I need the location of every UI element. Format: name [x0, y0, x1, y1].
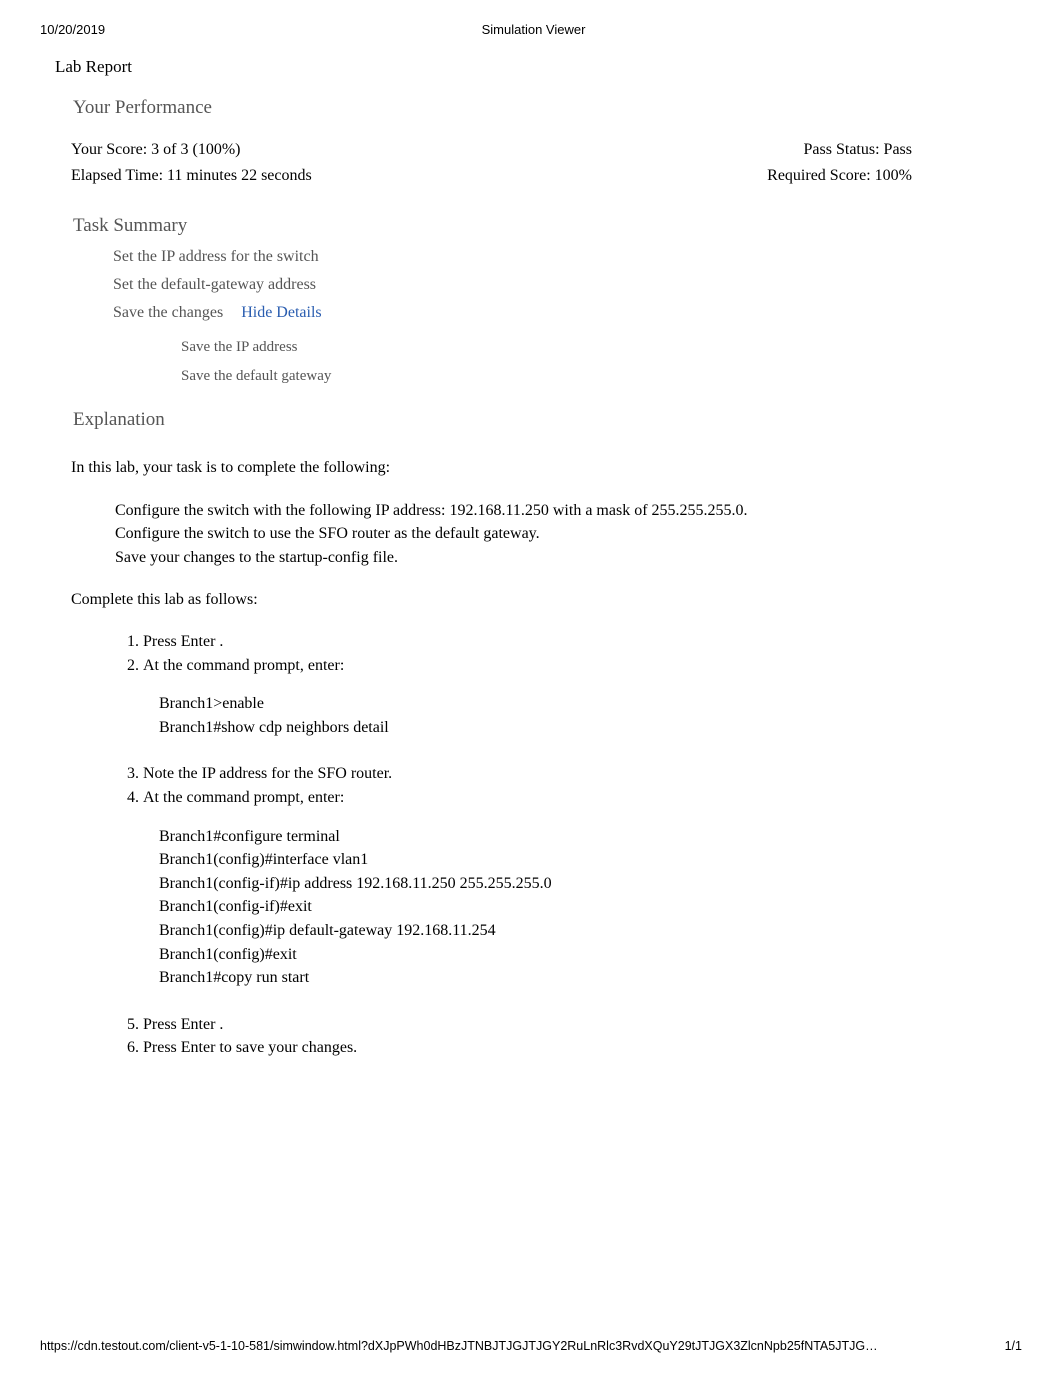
explanation-body: In this lab, your task is to complete th…	[55, 439, 1007, 1061]
command-line: Branch1(config)#interface vlan1	[159, 848, 1007, 872]
command-line: Branch1(config)#exit	[159, 943, 1007, 967]
step-item: At the command prompt, enter:	[143, 655, 1007, 679]
command-block: Branch1>enable Branch1#show cdp neighbor…	[71, 678, 1007, 753]
command-line: Branch1(config-if)#ip address 192.168.11…	[159, 872, 1007, 896]
task-label: Set the default-gateway address	[113, 276, 316, 293]
config-item: Configure the switch to use the SFO rout…	[115, 522, 1007, 546]
page-print-footer: https://cdn.testout.com/client-v5-1-10-5…	[40, 1339, 1022, 1353]
command-block: Branch1#configure terminal Branch1(confi…	[71, 811, 1007, 1004]
sub-task-item: Save the default gateway	[181, 362, 1007, 391]
sub-task-item: Save the IP address	[181, 333, 1007, 362]
command-line: Branch1(config)#ip default-gateway 192.1…	[159, 919, 1007, 943]
footer-page-number: 1/1	[1005, 1339, 1022, 1353]
hide-details-link[interactable]: Hide Details	[241, 304, 321, 321]
page-print-header: 10/20/2019 Simulation Viewer	[0, 0, 1062, 45]
steps-list: Press Enter . Press Enter to save your c…	[71, 1004, 1007, 1061]
config-list: Configure the switch with the following …	[71, 489, 1007, 580]
task-label: Save the changes	[113, 304, 223, 321]
command-line: Branch1#configure terminal	[159, 825, 1007, 849]
step-item: Press Enter .	[143, 1014, 1007, 1038]
performance-left: Your Score: 3 of 3 (100%) Elapsed Time: …	[71, 137, 312, 189]
command-line: Branch1#copy run start	[159, 966, 1007, 990]
step-item: Press Enter to save your changes.	[143, 1037, 1007, 1061]
config-item: Configure the switch with the following …	[115, 499, 1007, 523]
steps-list: Note the IP address for the SFO router. …	[71, 753, 1007, 810]
sub-task-list: Save the IP address Save the default gat…	[113, 327, 1007, 391]
task-label: Set the IP address for the switch	[113, 248, 319, 265]
task-item: Save the changes Hide Details	[113, 299, 1007, 327]
performance-heading: Your Performance	[55, 91, 1007, 127]
score-line: Your Score: 3 of 3 (100%)	[71, 137, 312, 163]
step-item: Note the IP address for the SFO router.	[143, 763, 1007, 787]
performance-block: Your Score: 3 of 3 (100%) Elapsed Time: …	[55, 127, 1007, 193]
content-area: Lab Report Your Performance Your Score: …	[0, 45, 1062, 1061]
command-line: Branch1(config-if)#exit	[159, 895, 1007, 919]
print-title: Simulation Viewer	[105, 22, 1022, 37]
step-item: At the command prompt, enter:	[143, 787, 1007, 811]
config-item: Save your changes to the startup-config …	[115, 546, 1007, 570]
task-summary-heading: Task Summary	[55, 193, 1007, 241]
steps-list: Press Enter . At the command prompt, ent…	[71, 621, 1007, 678]
explanation-heading: Explanation	[55, 391, 1007, 439]
elapsed-time-line: Elapsed Time: 11 minutes 22 seconds	[71, 163, 312, 189]
performance-right: Pass Status: Pass Required Score: 100%	[767, 137, 912, 189]
footer-url: https://cdn.testout.com/client-v5-1-10-5…	[40, 1339, 878, 1353]
print-date: 10/20/2019	[40, 22, 105, 37]
complete-label: Complete this lab as follows:	[71, 589, 1007, 611]
task-item: Set the default-gateway address	[113, 271, 1007, 299]
step-item: Press Enter .	[143, 631, 1007, 655]
command-line: Branch1>enable	[159, 692, 1007, 716]
explanation-intro: In this lab, your task is to complete th…	[71, 457, 1007, 479]
task-item: Set the IP address for the switch	[113, 243, 1007, 271]
pass-status-line: Pass Status: Pass	[767, 137, 912, 163]
command-line: Branch1#show cdp neighbors detail	[159, 716, 1007, 740]
task-list: Set the IP address for the switch Set th…	[55, 241, 1007, 391]
required-score-line: Required Score: 100%	[767, 163, 912, 189]
lab-report-title: Lab Report	[55, 45, 1007, 91]
